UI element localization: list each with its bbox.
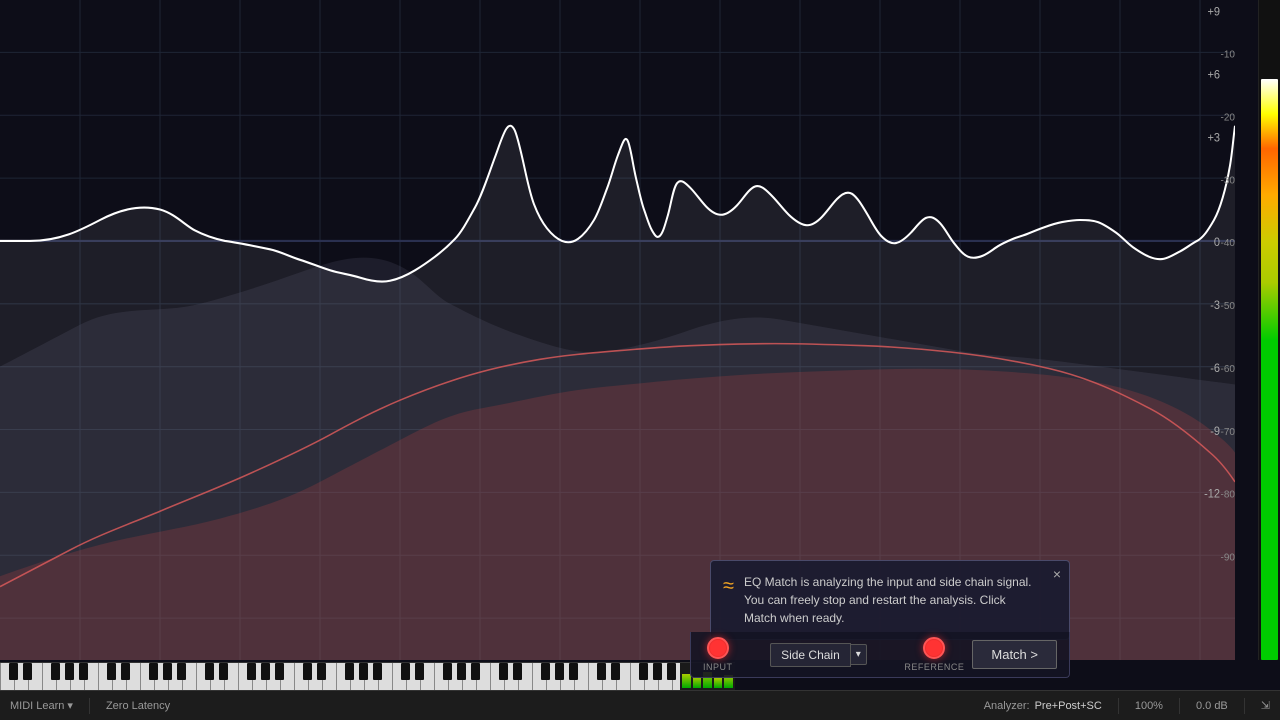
svg-text:-70: -70 [1221,427,1235,438]
status-separator-2 [1118,698,1119,714]
side-chain-button[interactable]: Side Chain [770,643,851,667]
status-separator-1 [89,698,90,714]
piano-keyboard [0,662,680,690]
status-bar: MIDI Learn ▾ Zero Latency Analyzer: Pre+… [0,690,1280,720]
db-level-section: 0.0 dB [1196,700,1228,712]
svg-text:-50: -50 [1221,301,1235,312]
popup-wave-icon: ≈ [723,575,734,598]
popup-close-button[interactable]: × [1053,567,1061,581]
side-chain-section: Side Chain ▾ [741,643,897,667]
db-level-label: 0.0 dB [1196,700,1228,712]
midi-learn-section: MIDI Learn ▾ [10,699,73,712]
input-section: INPUT [703,637,733,672]
eq-match-controls: INPUT Side Chain ▾ REFERENCE Match > [690,632,1070,678]
svg-text:+6: +6 [1207,69,1220,81]
status-separator-3 [1179,698,1180,714]
svg-text:-60: -60 [1221,364,1235,375]
status-separator-4 [1244,698,1245,714]
analyzer-label: Analyzer: [984,700,1030,712]
svg-text:-10: -10 [1221,49,1235,60]
input-record-button[interactable] [707,637,729,659]
reference-label: REFERENCE [904,662,964,672]
midi-learn-label: MIDI Learn [10,700,64,712]
svg-text:-6: -6 [1210,363,1220,375]
svg-text:-9: -9 [1210,426,1220,438]
zero-latency-label: Zero Latency [106,700,170,712]
eq-match-popup: ≈ EQ Match is analyzing the input and si… [710,560,1070,640]
svg-text:-12: -12 [1204,488,1220,500]
midi-dropdown-arrow[interactable]: ▾ [67,699,73,712]
app-container: +9 +6 +3 0 -3 -6 -9 -12 -10 -20 -30 -40 … [0,0,1280,720]
vu-meter [1258,0,1280,660]
zoom-label[interactable]: 100% [1135,700,1163,712]
zero-latency-section: Zero Latency [106,700,170,712]
resize-handle[interactable]: ⇲ [1261,699,1270,712]
analyzer-section: Analyzer: Pre+Post+SC [984,700,1102,712]
match-button[interactable]: Match > [972,640,1057,669]
reference-record-button[interactable] [923,637,945,659]
side-chain-dropdown[interactable]: ▾ [851,644,867,665]
svg-text:-80: -80 [1221,489,1235,500]
zoom-section: 100% [1135,700,1163,712]
svg-text:-3: -3 [1210,300,1220,312]
svg-text:+9: +9 [1207,7,1220,19]
svg-text:-90: -90 [1221,552,1235,563]
svg-text:-40: -40 [1221,238,1235,249]
popup-message: EQ Match is analyzing the input and side… [744,573,1039,627]
input-label: INPUT [703,662,733,672]
reference-section: REFERENCE [904,637,964,672]
svg-text:+3: +3 [1207,132,1220,144]
svg-text:-30: -30 [1221,175,1235,186]
svg-text:0: 0 [1214,237,1220,249]
svg-text:-20: -20 [1221,112,1235,123]
analyzer-value[interactable]: Pre+Post+SC [1035,700,1102,712]
